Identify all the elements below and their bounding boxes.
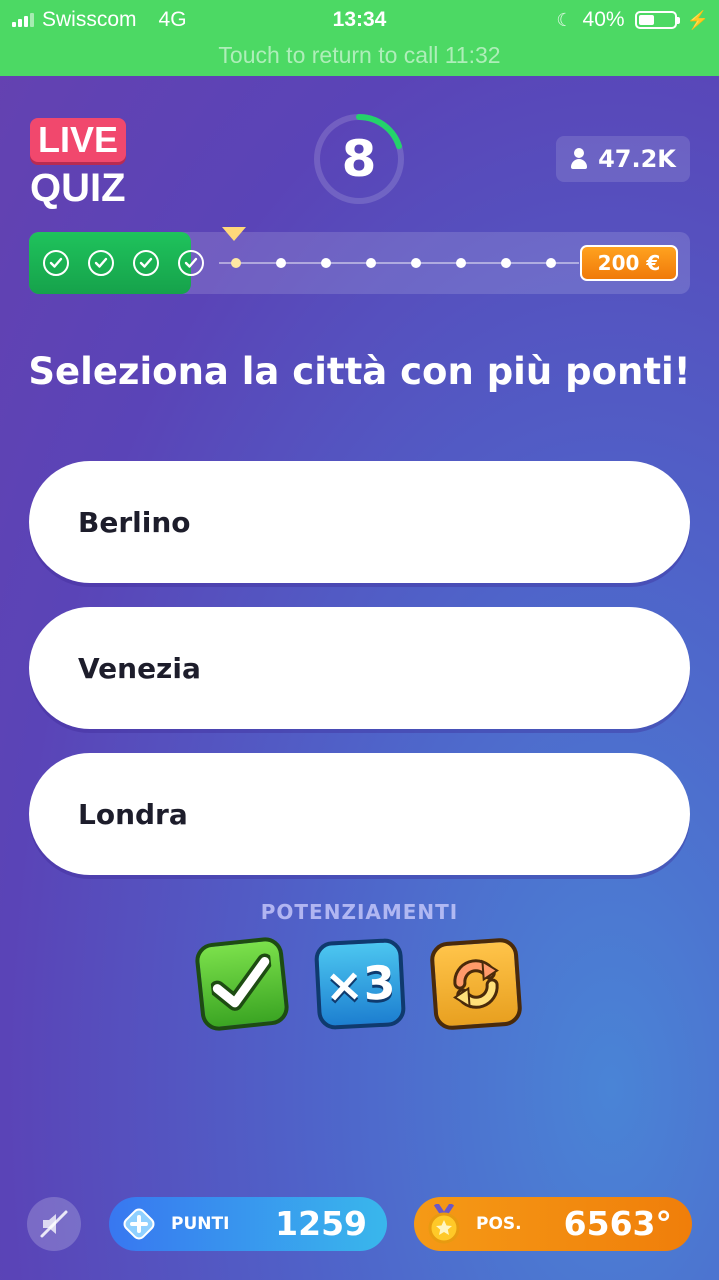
upcoming-question-dot bbox=[411, 258, 421, 268]
upcoming-question-dot bbox=[501, 258, 511, 268]
powerups-title: POTENZIAMENTI bbox=[260, 900, 459, 924]
countdown-timer: 8 bbox=[312, 112, 406, 206]
extra-lives-powerup[interactable]: ×3 bbox=[313, 937, 407, 1031]
refresh-icon bbox=[453, 959, 499, 1009]
position-pill: POS. 6563° bbox=[414, 1197, 692, 1251]
charging-icon: ⚡ bbox=[686, 9, 709, 30]
upcoming-question-dot bbox=[321, 258, 331, 268]
question-text: Seleziona la città con più ponti! bbox=[28, 350, 691, 393]
viewer-count-value: 47.2K bbox=[598, 145, 676, 173]
current-question-marker bbox=[222, 227, 246, 241]
answer-option-1[interactable]: Berlino bbox=[29, 461, 690, 583]
battery-icon bbox=[634, 11, 680, 29]
timer-value: 8 bbox=[341, 130, 377, 188]
powerups-row: ×3 bbox=[193, 935, 523, 1036]
answer-label: Venezia bbox=[78, 651, 201, 685]
checkmark-icon bbox=[209, 953, 273, 1011]
correct-answer-powerup[interactable] bbox=[193, 935, 291, 1033]
points-pill: PUNTI 1259 bbox=[109, 1197, 387, 1251]
battery-percent: 40% bbox=[582, 8, 625, 31]
upcoming-question-dot bbox=[366, 258, 376, 268]
points-value: 1259 bbox=[275, 1204, 367, 1243]
position-label: POS. bbox=[476, 1214, 522, 1234]
answered-check-icon bbox=[88, 250, 114, 276]
answer-label: Berlino bbox=[78, 505, 191, 539]
viewer-count: 47.2K bbox=[556, 136, 690, 182]
answer-label: Londra bbox=[78, 797, 188, 831]
call-banner[interactable]: Touch to return to call 11:32 bbox=[0, 42, 719, 69]
extra-lives-label: ×3 bbox=[323, 955, 397, 1013]
current-question-dot bbox=[231, 258, 241, 268]
progress-track bbox=[219, 262, 579, 264]
live-quiz-logo: LIVE QUIZ bbox=[30, 114, 150, 214]
mute-button[interactable] bbox=[27, 1197, 81, 1251]
mute-icon bbox=[40, 1210, 68, 1238]
medal-icon bbox=[426, 1204, 462, 1244]
person-icon bbox=[570, 148, 588, 170]
logo-quiz-text: QUIZ bbox=[30, 166, 126, 210]
plus-gem-icon bbox=[121, 1206, 157, 1242]
answered-check-icon bbox=[178, 250, 204, 276]
points-label: PUNTI bbox=[171, 1214, 230, 1234]
change-question-powerup[interactable] bbox=[429, 937, 523, 1031]
position-value: 6563° bbox=[563, 1204, 672, 1243]
answer-option-2[interactable]: Venezia bbox=[29, 607, 690, 729]
upcoming-question-dot bbox=[456, 258, 466, 268]
prize-badge: 200 € bbox=[580, 245, 678, 281]
answered-check-icon bbox=[133, 250, 159, 276]
answered-check-icon bbox=[43, 250, 69, 276]
question-progress: 200 € bbox=[29, 227, 690, 294]
do-not-disturb-icon: ☾ bbox=[556, 9, 573, 30]
status-bar: Swisscom 4G 13:34 ☾ 40% ⚡ Touch to retur… bbox=[0, 0, 719, 76]
upcoming-question-dot bbox=[276, 258, 286, 268]
upcoming-question-dot bbox=[546, 258, 556, 268]
answer-option-3[interactable]: Londra bbox=[29, 753, 690, 875]
logo-live-text: LIVE bbox=[30, 118, 127, 162]
status-right: ☾ 40% ⚡ bbox=[556, 8, 709, 32]
